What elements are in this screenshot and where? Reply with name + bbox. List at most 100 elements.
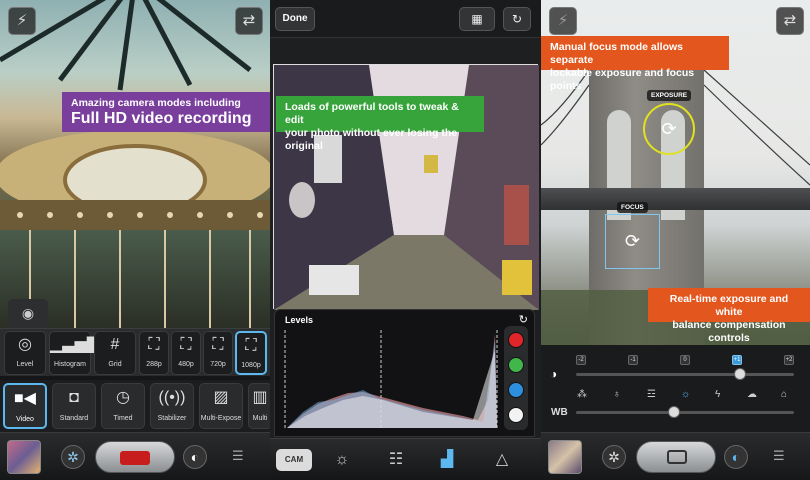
mode-histogram[interactable]: ▁▃▅▇ Histogram (49, 331, 100, 375)
mode-label: 1080p (241, 362, 261, 369)
flash-wb-icon[interactable]: ϟ (715, 389, 720, 401)
carousel-illustration (0, 0, 270, 328)
ev-tick: -2 (576, 355, 586, 365)
histogram-icon: ▁▃▅▇ (50, 336, 100, 353)
cam-button[interactable]: CAM (276, 449, 312, 471)
mode-label: Stabilizer (157, 415, 187, 422)
mode-label: 288p (146, 361, 162, 368)
shade-icon[interactable]: ⌂ (781, 389, 787, 401)
exposure-icon: ◑ (550, 367, 558, 381)
shutter-button[interactable] (636, 441, 716, 473)
mode-label: Grid (108, 361, 122, 368)
exposure-toggle-icon[interactable]: ◐ (183, 445, 207, 469)
video-camera-icon: ■◀ (14, 390, 36, 407)
red-channel-button[interactable] (508, 332, 524, 348)
mode-level[interactable]: ◎ Level (4, 331, 46, 375)
gallery-thumbnail[interactable] (548, 440, 582, 474)
mode-label: Video (16, 416, 34, 423)
banner-text: your photo without ever losing the origi… (285, 127, 458, 152)
cloudy-icon[interactable]: ☁ (747, 389, 757, 401)
daylight-icon[interactable]: ☼ (681, 389, 690, 401)
mode-stabilizer[interactable]: ((•)) Stabilizer (150, 383, 194, 429)
grid-icon: # (110, 336, 120, 353)
editor-tab-bar: CAM ☼ ☷ ▟ △ (270, 438, 541, 480)
mode-label: Standard (59, 415, 89, 422)
shoot-mode-row: ■◀ Video ◘ Standard ◷ Timed ((•)) Stabil… (0, 380, 270, 432)
banner-text: Real-time exposure and white (669, 293, 789, 318)
mode-label: 720p (210, 361, 226, 368)
multi-expose-icon: ▨ (213, 389, 229, 406)
luma-channel-button[interactable] (508, 407, 524, 423)
editor-top-bar: Done ▦ ↻ (270, 0, 541, 38)
mode-label: Timed (113, 415, 133, 422)
timer-icon: ◷ (116, 389, 130, 406)
flash-off-icon[interactable]: ⚡ (8, 7, 36, 35)
exposure-slider-track[interactable] (576, 373, 794, 376)
exposure-slider-knob[interactable] (733, 368, 746, 380)
mode-grid[interactable]: # Grid (94, 331, 136, 375)
editor-promo-banner: Loads of powerful tools to tweak & edit … (276, 96, 484, 152)
overlay-mode-row: ◎ Level ▁▃▅▇ Histogram # Grid ⛶ 288p ⛶ 4… (0, 328, 270, 376)
mode-480p[interactable]: ⛶ 480p (171, 331, 201, 375)
brightness-icon[interactable]: ☼ (327, 447, 357, 473)
wb-slider-knob[interactable] (668, 406, 681, 418)
ev-tick: 0 (680, 355, 690, 365)
mode-multi[interactable]: ▥ Multi (248, 383, 270, 429)
adjust-sliders-icon[interactable]: ☷ (381, 447, 411, 473)
fluorescent-icon[interactable]: ☲ (647, 389, 656, 401)
camera-icon (667, 450, 687, 464)
exposure-point[interactable]: ⟳ (643, 103, 695, 155)
flash-off-icon[interactable]: ⚡ (549, 7, 577, 35)
levels-icon[interactable]: ▟ (432, 447, 462, 473)
mode-1080p[interactable]: ⛶ 1080p (235, 331, 267, 375)
levels-panel: Levels ↻ (274, 309, 535, 437)
exposure-toggle-icon[interactable]: ◐ (724, 445, 748, 469)
editor-panel: Done ▦ ↻ Loads of powerful tools to twea… (270, 0, 541, 480)
camera-switch-icon[interactable]: ⇄ (235, 7, 263, 35)
levels-title: Levels (285, 315, 314, 325)
exposure-tag: EXPOSURE (647, 90, 692, 101)
mode-label: 480p (178, 361, 194, 368)
wb-label: WB (551, 407, 568, 418)
done-button[interactable]: Done (275, 7, 315, 31)
gallery-thumbnail[interactable] (7, 440, 41, 474)
mode-label: Level (16, 361, 34, 368)
wb-slider-track[interactable] (576, 411, 794, 414)
video-promo-banner: Amazing camera modes including Full HD v… (62, 92, 270, 132)
camera-icon: ◘ (69, 389, 79, 406)
level-icon: ◎ (18, 336, 32, 353)
mode-multi-expose[interactable]: ▨ Multi-Expose (199, 383, 243, 429)
record-button[interactable] (95, 441, 175, 473)
camera-modes-panel: ⚡ ⇄ Amazing camera modes including Full … (0, 0, 270, 480)
mode-standard[interactable]: ◘ Standard (52, 383, 96, 429)
auto-wb-icon[interactable]: ⁂ (577, 389, 587, 401)
focus-tag: FOCUS (617, 202, 648, 213)
resolution-icon: ⛶ (180, 336, 192, 353)
sliders-icon[interactable]: ☰ (232, 447, 244, 465)
camera-switch-icon[interactable]: ⇄ (776, 7, 804, 35)
histogram-chart (284, 330, 498, 430)
mode-timed[interactable]: ◷ Timed (101, 383, 145, 429)
mode-288p[interactable]: ⛶ 288p (139, 331, 169, 375)
resolution-icon: ⛶ (212, 336, 224, 353)
banner-text: balance compensation controls (672, 319, 786, 344)
levels-reset-icon[interactable]: ↻ (519, 313, 528, 326)
stabilizer-icon: ((•)) (158, 389, 186, 406)
sliders-icon[interactable]: ☰ (773, 447, 785, 465)
settings-gear-icon[interactable]: ✲ (61, 445, 85, 469)
blue-channel-button[interactable] (508, 382, 524, 398)
triangle-icon[interactable]: △ (487, 447, 517, 473)
green-channel-button[interactable] (508, 357, 524, 373)
ev-tick: -1 (628, 355, 638, 365)
mode-video[interactable]: ■◀ Video (3, 383, 47, 429)
mode-720p[interactable]: ⛶ 720p (203, 331, 233, 375)
film-icon[interactable]: ▦ (459, 7, 495, 31)
reset-icon[interactable]: ↻ (503, 7, 531, 31)
incandescent-icon[interactable]: ♁ (613, 389, 621, 401)
rotate-icon: ⟳ (624, 231, 641, 251)
eye-icon[interactable]: ◉ (8, 299, 48, 328)
rotate-icon: ⟳ (661, 119, 677, 139)
banner-text: Manual focus mode allows separate (550, 41, 684, 66)
focus-point[interactable]: ⟳ (605, 214, 660, 269)
settings-gear-icon[interactable]: ✲ (602, 445, 626, 469)
